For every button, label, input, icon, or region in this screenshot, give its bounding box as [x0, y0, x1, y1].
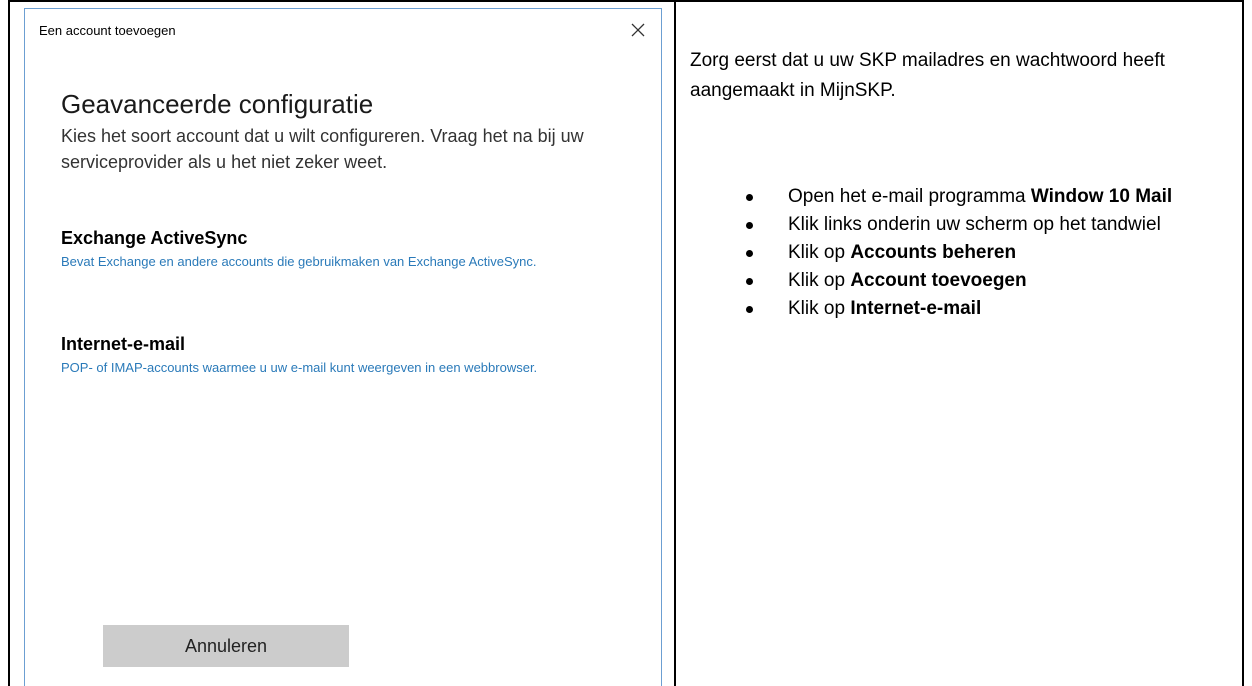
option-description: Bevat Exchange en andere accounts die ge… — [61, 254, 537, 269]
option-title: Internet-e-mail — [61, 334, 186, 354]
bullet-icon — [746, 306, 753, 313]
list-item: Klik links onderin uw scherm op het tand… — [690, 212, 1230, 238]
step-text: Klik op — [788, 242, 851, 263]
bullet-icon — [746, 278, 753, 285]
bullet-icon — [746, 222, 753, 229]
step-text: Klik op — [788, 298, 851, 319]
close-button[interactable] — [627, 19, 649, 41]
dialog-heading: Geavanceerde configuratie — [61, 89, 374, 119]
list-item: Open het e-mail programma Window 10 Mail — [690, 184, 1230, 210]
step-text: Klik links onderin uw scherm op het tand… — [788, 214, 1161, 235]
step-bold: Account toevoegen — [850, 270, 1027, 291]
option-description: POP- of IMAP-accounts waarmee u uw e-mai… — [61, 360, 538, 375]
table-cell-instructions: Zorg eerst dat u uw SKP mailadres en wac… — [676, 0, 1244, 686]
list-item: Klik op Account toevoegen — [690, 268, 1230, 294]
bullet-icon — [746, 194, 753, 201]
steps-list: Open het e-mail programma Window 10 Mail… — [690, 184, 1230, 324]
option-title: Exchange ActiveSync — [61, 228, 248, 248]
cancel-button[interactable]: Annuleren — [103, 625, 349, 667]
intro-text: Zorg eerst dat u uw SKP mailadres en wac… — [690, 50, 1165, 101]
dialog-description: Kies het soort account dat u wilt config… — [61, 126, 584, 172]
list-item: Klik op Internet-e-mail — [690, 296, 1230, 322]
add-account-dialog: Een account toevoegen Geavanceerde confi… — [24, 8, 662, 686]
step-text: Open het e-mail programma — [788, 186, 1031, 207]
step-text: Klik op — [788, 270, 851, 291]
step-bold: Accounts beheren — [850, 242, 1017, 263]
option-exchange-activesync[interactable]: Exchange ActiveSync Bevat Exchange en an… — [61, 227, 641, 272]
table-cell-screenshot: Een account toevoegen Geavanceerde confi… — [8, 0, 676, 686]
step-bold: Window 10 Mail — [1030, 186, 1173, 207]
step-bold: Internet-e-mail — [850, 298, 982, 319]
bullet-icon — [746, 250, 753, 257]
close-icon — [631, 23, 645, 37]
list-item: Klik op Accounts beheren — [690, 240, 1230, 266]
dialog-title: Een account toevoegen — [39, 23, 176, 38]
document-table: Een account toevoegen Geavanceerde confi… — [8, 0, 1244, 686]
option-internet-email[interactable]: Internet-e-mail POP- of IMAP-accounts wa… — [61, 333, 641, 378]
